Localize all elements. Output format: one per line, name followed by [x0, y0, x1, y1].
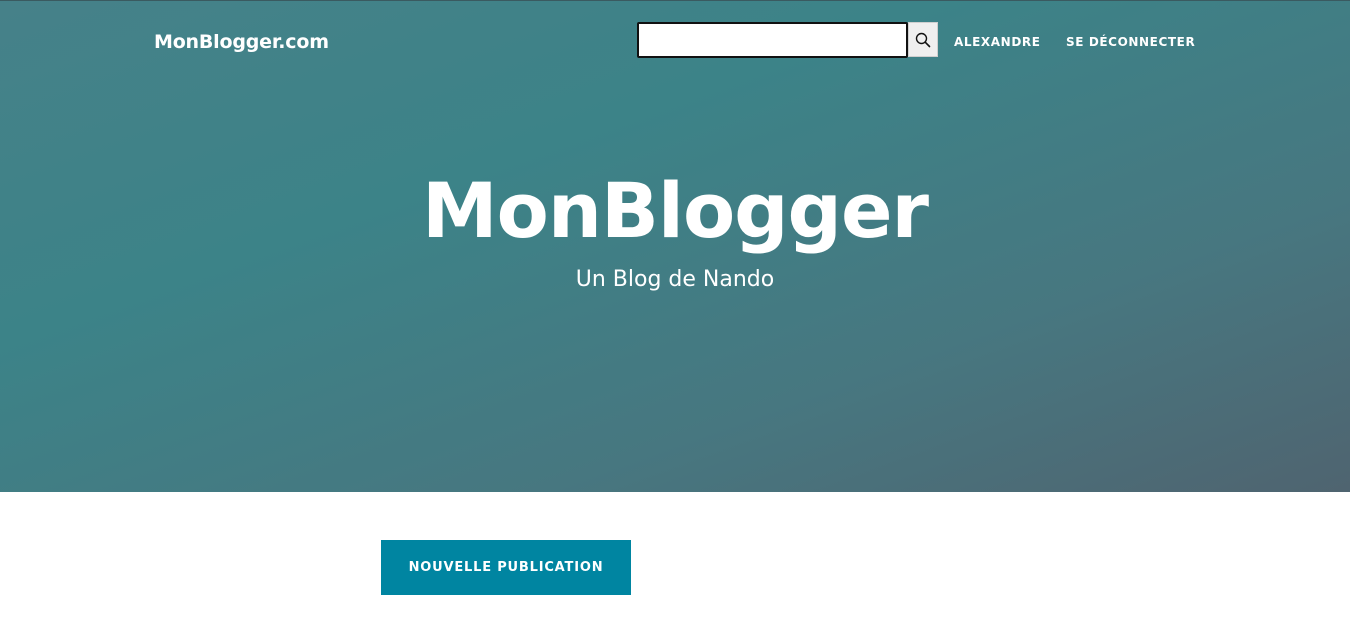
nav-user-link[interactable]: ALEXANDRE — [954, 34, 1041, 50]
search-button[interactable] — [908, 22, 938, 57]
brand-link[interactable]: MonBlogger.com — [154, 29, 329, 55]
hero-header: MonBlogger.com ALEXANDRE SE DÉCONNECTER … — [0, 0, 1350, 492]
search-icon — [915, 32, 931, 47]
hero-subtitle: Un Blog de Nando — [575, 267, 775, 292]
hero-title: MonBlogger — [422, 166, 929, 255]
new-post-button[interactable]: NOUVELLE PUBLICATION — [381, 540, 631, 595]
top-navbar: MonBlogger.com ALEXANDRE SE DÉCONNECTER — [0, 1, 1350, 85]
search-input[interactable] — [637, 22, 908, 58]
nav-logout-link[interactable]: SE DÉCONNECTER — [1066, 34, 1195, 50]
